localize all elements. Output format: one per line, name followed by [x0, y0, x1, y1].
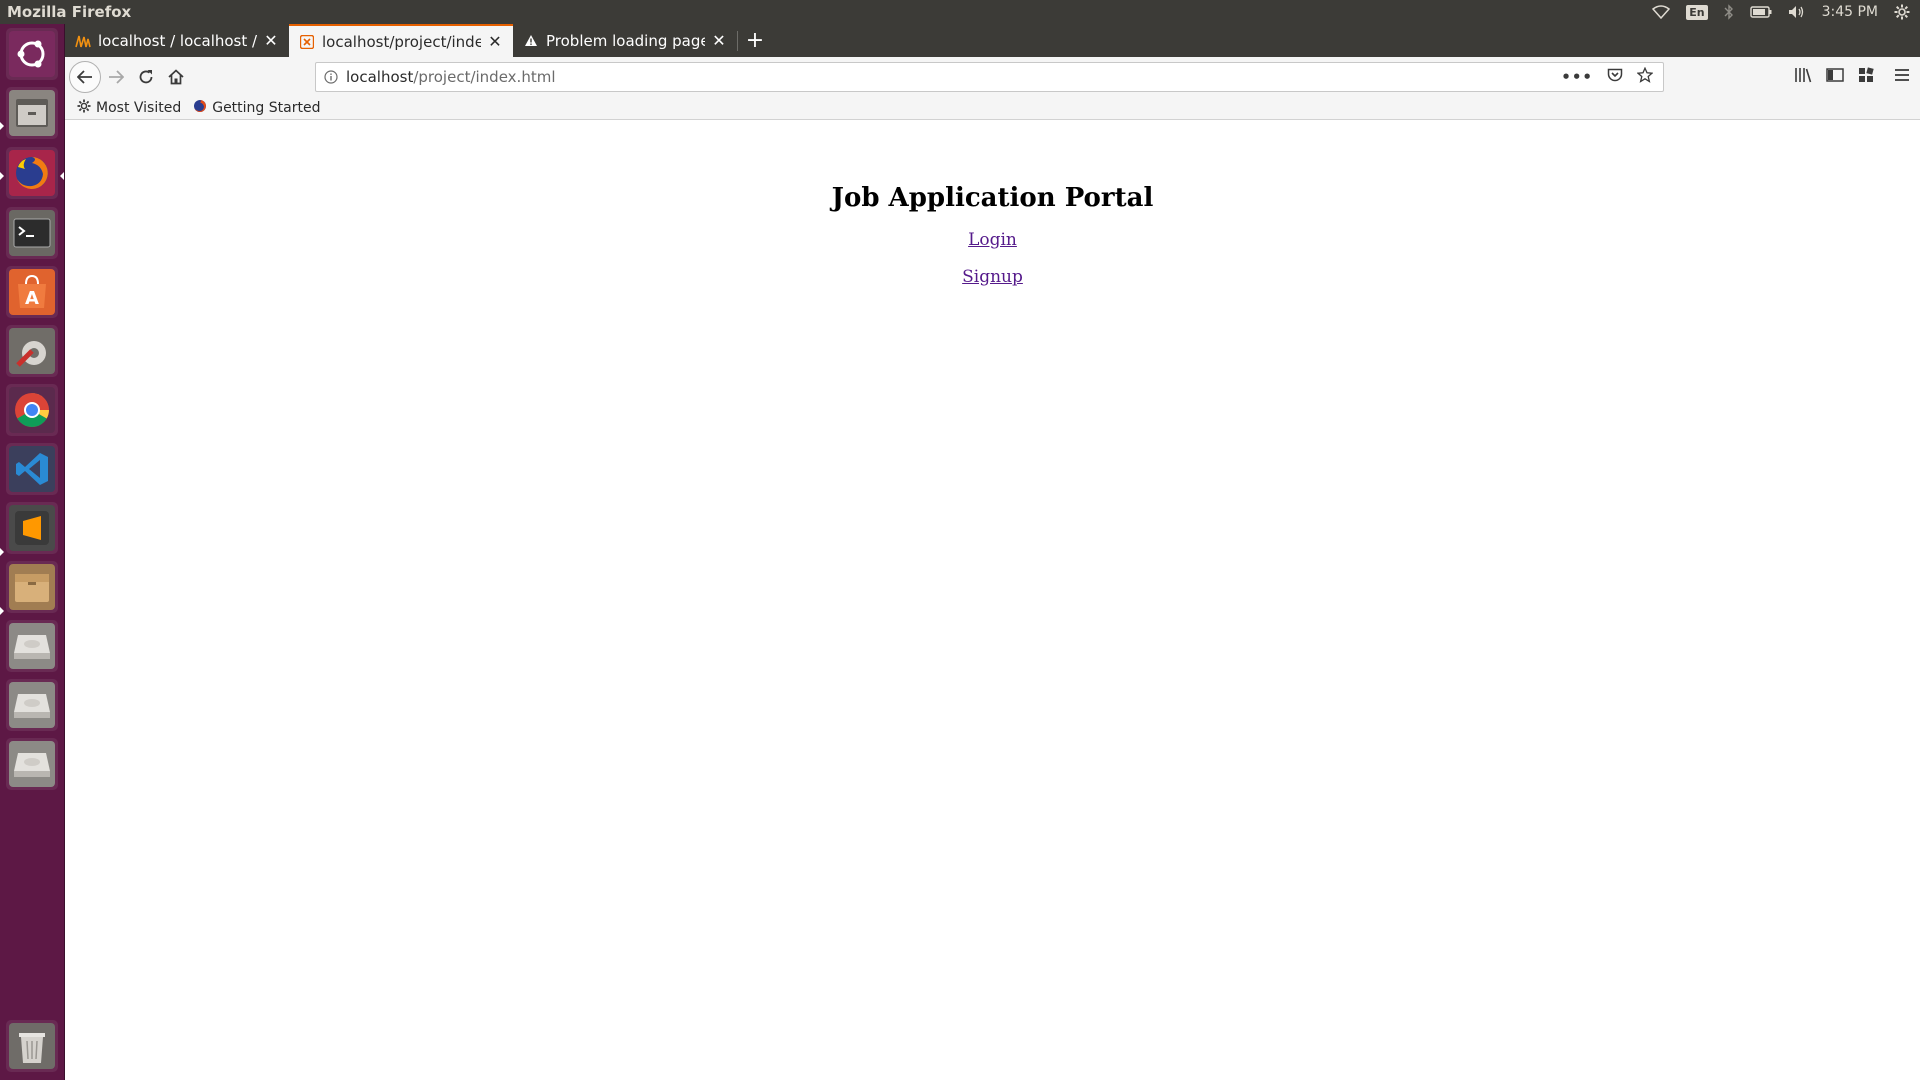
tab-label: Problem loading page — [546, 31, 705, 50]
library-icon[interactable] — [1794, 67, 1812, 87]
software-center-icon: A — [9, 269, 55, 315]
launcher-trash[interactable] — [6, 1020, 58, 1072]
url-bar[interactable]: localhost/project/index.html ••• — [315, 62, 1664, 92]
tab-label: localhost/project/index.html — [322, 32, 481, 51]
launcher-files[interactable] — [6, 87, 58, 139]
url-host: localhost — [346, 68, 414, 86]
signup-link[interactable]: Signup — [962, 267, 1023, 287]
page-content: Job Application Portal Login Signup — [65, 121, 1920, 1080]
system-settings-icon — [9, 328, 55, 374]
launcher-firefox[interactable] — [6, 147, 58, 199]
tab-strip: localhost / localhost / db ✕ localhost/p… — [65, 24, 1920, 57]
bookmark-label: Most Visited — [96, 99, 182, 116]
launcher-drive-1[interactable] — [6, 620, 58, 672]
bookmark-star-icon[interactable] — [1636, 66, 1654, 87]
warning-icon — [523, 33, 539, 49]
wifi-icon[interactable] — [1652, 5, 1671, 19]
launcher-system-settings[interactable] — [6, 325, 58, 377]
launcher-chrome[interactable] — [6, 384, 58, 436]
phpmyadmin-icon — [75, 33, 91, 49]
terminal-icon — [9, 210, 55, 256]
arrow-left-icon — [77, 69, 92, 84]
url-text[interactable]: localhost/project/index.html — [346, 68, 1561, 86]
tab-problem-loading[interactable]: Problem loading page ✕ — [513, 24, 737, 57]
drive-icon — [9, 682, 55, 728]
archive-icon — [9, 564, 55, 610]
more-actions-icon[interactable]: ••• — [1561, 68, 1593, 86]
site-info-icon[interactable] — [316, 70, 346, 84]
bookmark-getting-started[interactable]: Getting Started — [193, 99, 320, 117]
clock[interactable]: 3:45 PM — [1822, 4, 1878, 20]
close-icon[interactable]: ✕ — [263, 31, 279, 50]
bluetooth-icon[interactable] — [1724, 4, 1734, 20]
close-icon[interactable]: ✕ — [711, 31, 727, 50]
page-heading: Job Application Portal — [831, 183, 1154, 213]
home-button[interactable] — [161, 62, 191, 92]
tab-label: localhost / localhost / db — [98, 31, 257, 50]
launcher-terminal[interactable] — [6, 207, 58, 259]
launcher-vscode[interactable] — [6, 443, 58, 495]
extensions-grid-icon[interactable] — [1858, 66, 1874, 87]
login-link[interactable]: Login — [968, 230, 1017, 250]
launcher-drive-2[interactable] — [6, 679, 58, 731]
volume-icon[interactable] — [1788, 5, 1806, 19]
pocket-icon[interactable] — [1607, 68, 1623, 86]
chrome-icon — [9, 387, 55, 433]
ubuntu-dash-icon — [9, 31, 55, 77]
top-panel: Mozilla Firefox En 3:45 PM — [0, 0, 1920, 24]
launcher-software-center[interactable]: A — [6, 266, 58, 318]
home-icon — [168, 68, 184, 84]
right-toolbar — [1794, 57, 1920, 96]
active-app-title: Mozilla Firefox — [7, 3, 132, 21]
url-path: /project/index.html — [413, 68, 556, 86]
reload-icon — [139, 69, 153, 83]
gear-icon — [77, 99, 91, 117]
xampp-icon — [299, 34, 315, 50]
vscode-icon — [9, 446, 55, 492]
drive-icon — [9, 623, 55, 669]
files-icon — [9, 90, 55, 136]
signup-paragraph: Signup — [65, 267, 1920, 287]
new-tab-button[interactable]: + — [738, 24, 772, 57]
svg-text:A: A — [25, 288, 39, 309]
reload-button[interactable] — [131, 62, 161, 92]
tab-phpmyadmin[interactable]: localhost / localhost / db ✕ — [65, 24, 289, 57]
bookmark-label: Getting Started — [212, 99, 321, 116]
session-gear-icon[interactable] — [1894, 4, 1910, 20]
battery-icon[interactable] — [1749, 6, 1772, 18]
launcher-sublime-text[interactable] — [6, 502, 58, 554]
launcher-drive-3[interactable] — [6, 738, 58, 790]
bookmarks-toolbar: Most Visited Getting Started — [65, 96, 1920, 120]
firefox-icon — [9, 150, 55, 196]
close-icon[interactable]: ✕ — [487, 32, 503, 51]
launcher-dash[interactable] — [6, 28, 58, 80]
sidebar-icon[interactable] — [1826, 67, 1844, 87]
unity-launcher: A — [0, 24, 65, 1080]
sublime-text-icon — [9, 505, 55, 551]
hamburger-menu-icon[interactable] — [1894, 67, 1910, 86]
login-paragraph: Login — [65, 230, 1920, 250]
navigation-toolbar: localhost/project/index.html ••• — [65, 57, 1920, 96]
indicator-area: En 3:45 PM — [1652, 4, 1920, 20]
arrow-right-icon — [109, 69, 124, 84]
bookmark-most-visited[interactable]: Most Visited — [77, 99, 181, 117]
plus-icon: + — [745, 28, 765, 53]
keyboard-layout-indicator[interactable]: En — [1686, 4, 1708, 20]
back-button[interactable] — [69, 60, 101, 93]
page-actions: ••• — [1561, 66, 1663, 87]
trash-icon — [9, 1023, 55, 1069]
launcher-archive-manager[interactable] — [6, 561, 58, 613]
tab-project-index[interactable]: localhost/project/index.html ✕ — [289, 24, 513, 57]
drive-icon — [9, 741, 55, 787]
firefox-icon — [193, 99, 207, 117]
forward-button[interactable] — [101, 62, 131, 92]
